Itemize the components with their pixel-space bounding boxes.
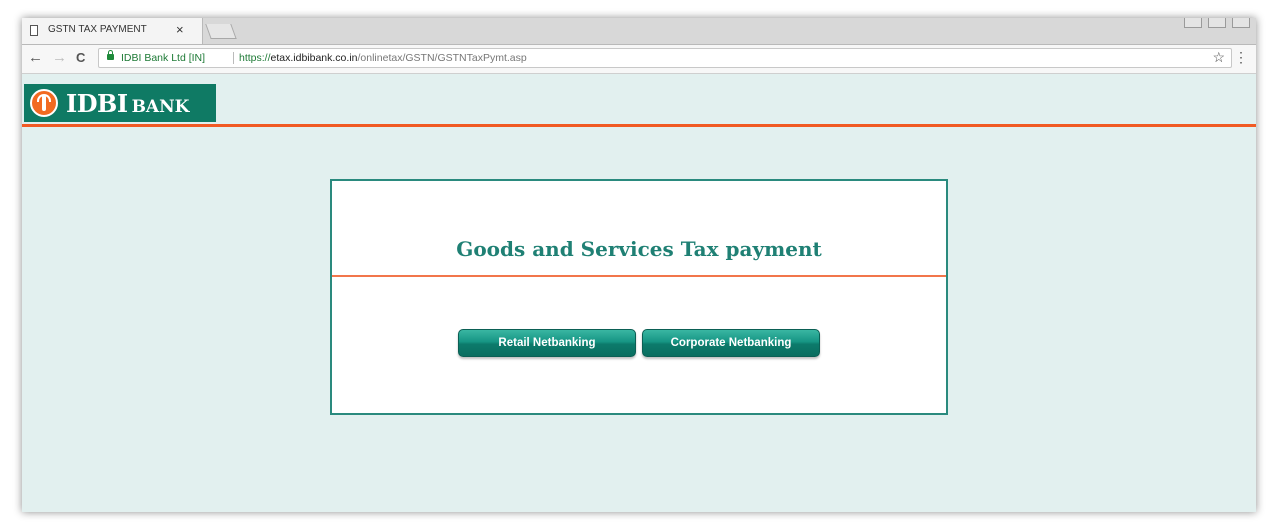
- browser-toolbar: ← → C IDBI Bank Ltd [IN] https://etax.id…: [22, 45, 1256, 74]
- url-host: etax.idbibank.co.in: [270, 52, 358, 64]
- lock-icon[interactable]: [107, 50, 114, 60]
- url-text[interactable]: https://etax.idbibank.co.in/onlinetax/GS…: [239, 52, 527, 64]
- browser-tab[interactable]: GSTN TAX PAYMENT ×: [22, 18, 203, 44]
- panel-divider: [332, 275, 946, 277]
- tab-title: GSTN TAX PAYMENT: [48, 24, 147, 35]
- url-path: /onlinetax/GSTN/GSTNTaxPymt.asp: [357, 52, 527, 64]
- minimize-button[interactable]: [1184, 18, 1202, 28]
- idbi-bank-logo[interactable]: IDBI BANK: [24, 84, 216, 122]
- logo-idbi: IDBI: [66, 88, 128, 118]
- button-row: Retail Netbanking Corporate Netbanking: [332, 329, 946, 357]
- forward-arrow-icon[interactable]: →: [52, 49, 67, 67]
- idbi-emblem-icon: [30, 89, 58, 117]
- logo-text: IDBI BANK: [66, 89, 189, 118]
- close-icon[interactable]: ×: [176, 22, 184, 37]
- certificate-label[interactable]: IDBI Bank Ltd [IN]: [121, 52, 205, 64]
- page-content: IDBI BANK Goods and Services Tax payment …: [22, 74, 1256, 512]
- star-icon[interactable]: ☆: [1212, 49, 1225, 66]
- retail-netbanking-button[interactable]: Retail Netbanking: [458, 329, 636, 357]
- page-title: Goods and Services Tax payment: [456, 237, 822, 261]
- page-icon: [30, 25, 38, 36]
- back-arrow-icon[interactable]: ←: [28, 49, 43, 67]
- window-controls: [1184, 18, 1250, 30]
- tab-strip: GSTN TAX PAYMENT ×: [22, 18, 1256, 45]
- corporate-netbanking-button[interactable]: Corporate Netbanking: [642, 329, 820, 357]
- new-tab-button[interactable]: [205, 24, 237, 39]
- address-separator: [233, 52, 234, 64]
- logo-bank: BANK: [131, 96, 190, 117]
- window-close-button[interactable]: [1232, 18, 1250, 28]
- url-scheme: https://: [239, 52, 271, 64]
- maximize-button[interactable]: [1208, 18, 1226, 28]
- reload-icon[interactable]: C: [76, 49, 85, 67]
- browser-window: GSTN TAX PAYMENT × ← → C IDBI Bank Ltd […: [22, 18, 1256, 512]
- gst-payment-panel: Goods and Services Tax payment Retail Ne…: [330, 179, 948, 415]
- header-divider: [22, 124, 1256, 127]
- menu-icon[interactable]: ⋮: [1234, 50, 1248, 64]
- address-bar[interactable]: IDBI Bank Ltd [IN] https://etax.idbibank…: [98, 48, 1232, 68]
